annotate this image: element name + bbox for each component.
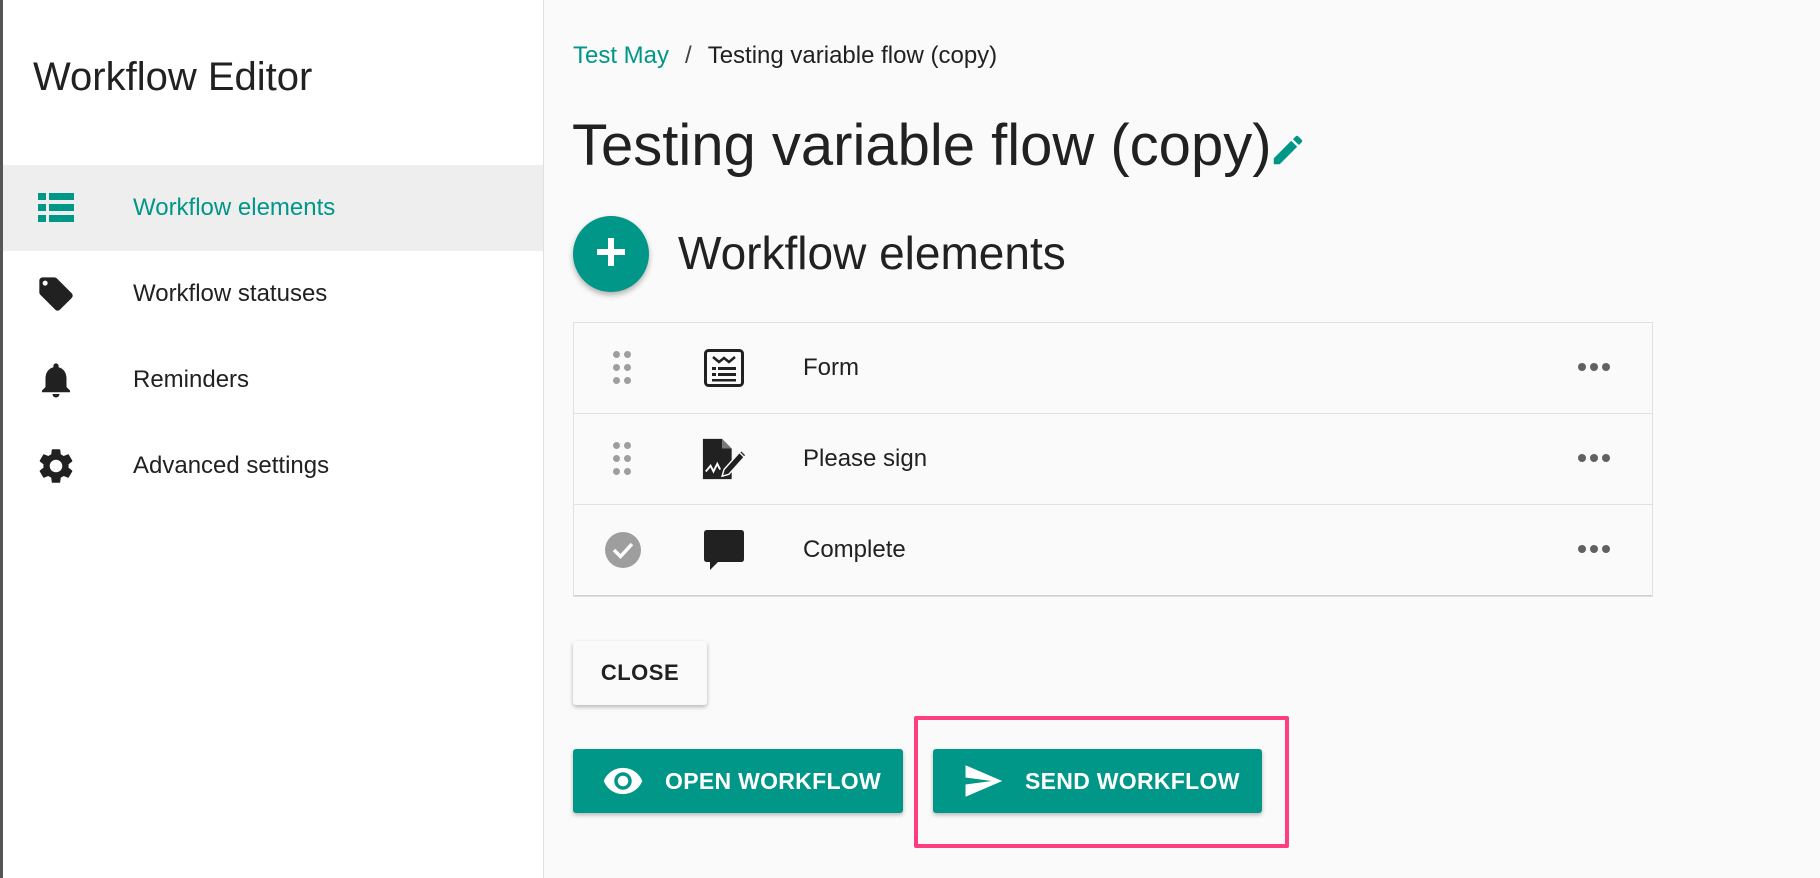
eye-icon xyxy=(601,759,645,803)
element-label: Please sign xyxy=(803,445,928,472)
more-horizontal-icon xyxy=(1577,359,1611,377)
workflow-editor-app: Workflow Editor Workflow elements Workfl… xyxy=(0,0,1820,878)
signature-document-icon xyxy=(701,436,747,482)
sidebar-item-label: Advanced settings xyxy=(133,452,330,479)
sidebar-nav: Workflow elements Workflow statuses Remi… xyxy=(3,165,543,509)
sidebar-item-reminders[interactable]: Reminders xyxy=(3,337,543,423)
comment-icon xyxy=(701,527,747,573)
workflow-elements-list: Form Please sign Complete xyxy=(573,322,1653,597)
section-title: Workflow elements xyxy=(678,227,1066,279)
sidebar-item-label: Workflow statuses xyxy=(133,280,328,307)
list-item[interactable]: Complete xyxy=(574,505,1652,596)
send-icon xyxy=(961,759,1005,803)
sidebar-item-label: Reminders xyxy=(133,366,250,393)
drag-handle-icon[interactable] xyxy=(610,351,634,385)
more-horizontal-icon xyxy=(1577,450,1611,468)
send-workflow-label: SEND WORKFLOW xyxy=(1025,767,1240,794)
form-icon xyxy=(701,345,747,391)
send-workflow-button[interactable]: SEND WORKFLOW xyxy=(933,749,1262,813)
breadcrumb: Test May / Testing variable flow (copy) xyxy=(573,42,997,70)
list-item[interactable]: Form xyxy=(574,323,1652,414)
drag-handle-icon[interactable] xyxy=(610,442,634,476)
element-label: Form xyxy=(803,354,859,381)
pencil-icon xyxy=(1269,131,1307,174)
open-workflow-label: OPEN WORKFLOW xyxy=(665,767,881,794)
page-title: Testing variable flow (copy) xyxy=(572,113,1272,178)
element-label: Complete xyxy=(803,536,906,563)
open-workflow-button[interactable]: OPEN WORKFLOW xyxy=(573,749,903,813)
main-content: Test May / Testing variable flow (copy) … xyxy=(544,0,1820,878)
breadcrumb-current: Testing variable flow (copy) xyxy=(707,42,998,69)
check-circle-icon xyxy=(605,532,641,568)
sidebar: Workflow Editor Workflow elements Workfl… xyxy=(3,0,544,878)
bell-icon xyxy=(35,359,77,401)
more-options-button[interactable] xyxy=(1574,530,1614,570)
plus-icon xyxy=(593,234,629,275)
more-options-button[interactable] xyxy=(1574,348,1614,388)
sidebar-item-advanced-settings[interactable]: Advanced settings xyxy=(3,423,543,509)
sidebar-item-workflow-elements[interactable]: Workflow elements xyxy=(3,165,543,251)
edit-title-button[interactable] xyxy=(1264,128,1312,176)
sidebar-item-workflow-statuses[interactable]: Workflow statuses xyxy=(3,251,543,337)
sidebar-title: Workflow Editor xyxy=(33,55,313,99)
close-button[interactable]: CLOSE xyxy=(573,641,707,705)
breadcrumb-parent-link[interactable]: Test May xyxy=(573,42,669,70)
breadcrumb-separator: / xyxy=(685,42,692,69)
gear-icon xyxy=(35,445,77,487)
list-icon xyxy=(35,187,77,229)
tag-icon xyxy=(35,273,77,315)
add-element-button[interactable] xyxy=(573,216,649,292)
sidebar-item-label: Workflow elements xyxy=(133,194,336,221)
list-item[interactable]: Please sign xyxy=(574,414,1652,505)
more-options-button[interactable] xyxy=(1574,439,1614,479)
more-horizontal-icon xyxy=(1577,541,1611,559)
